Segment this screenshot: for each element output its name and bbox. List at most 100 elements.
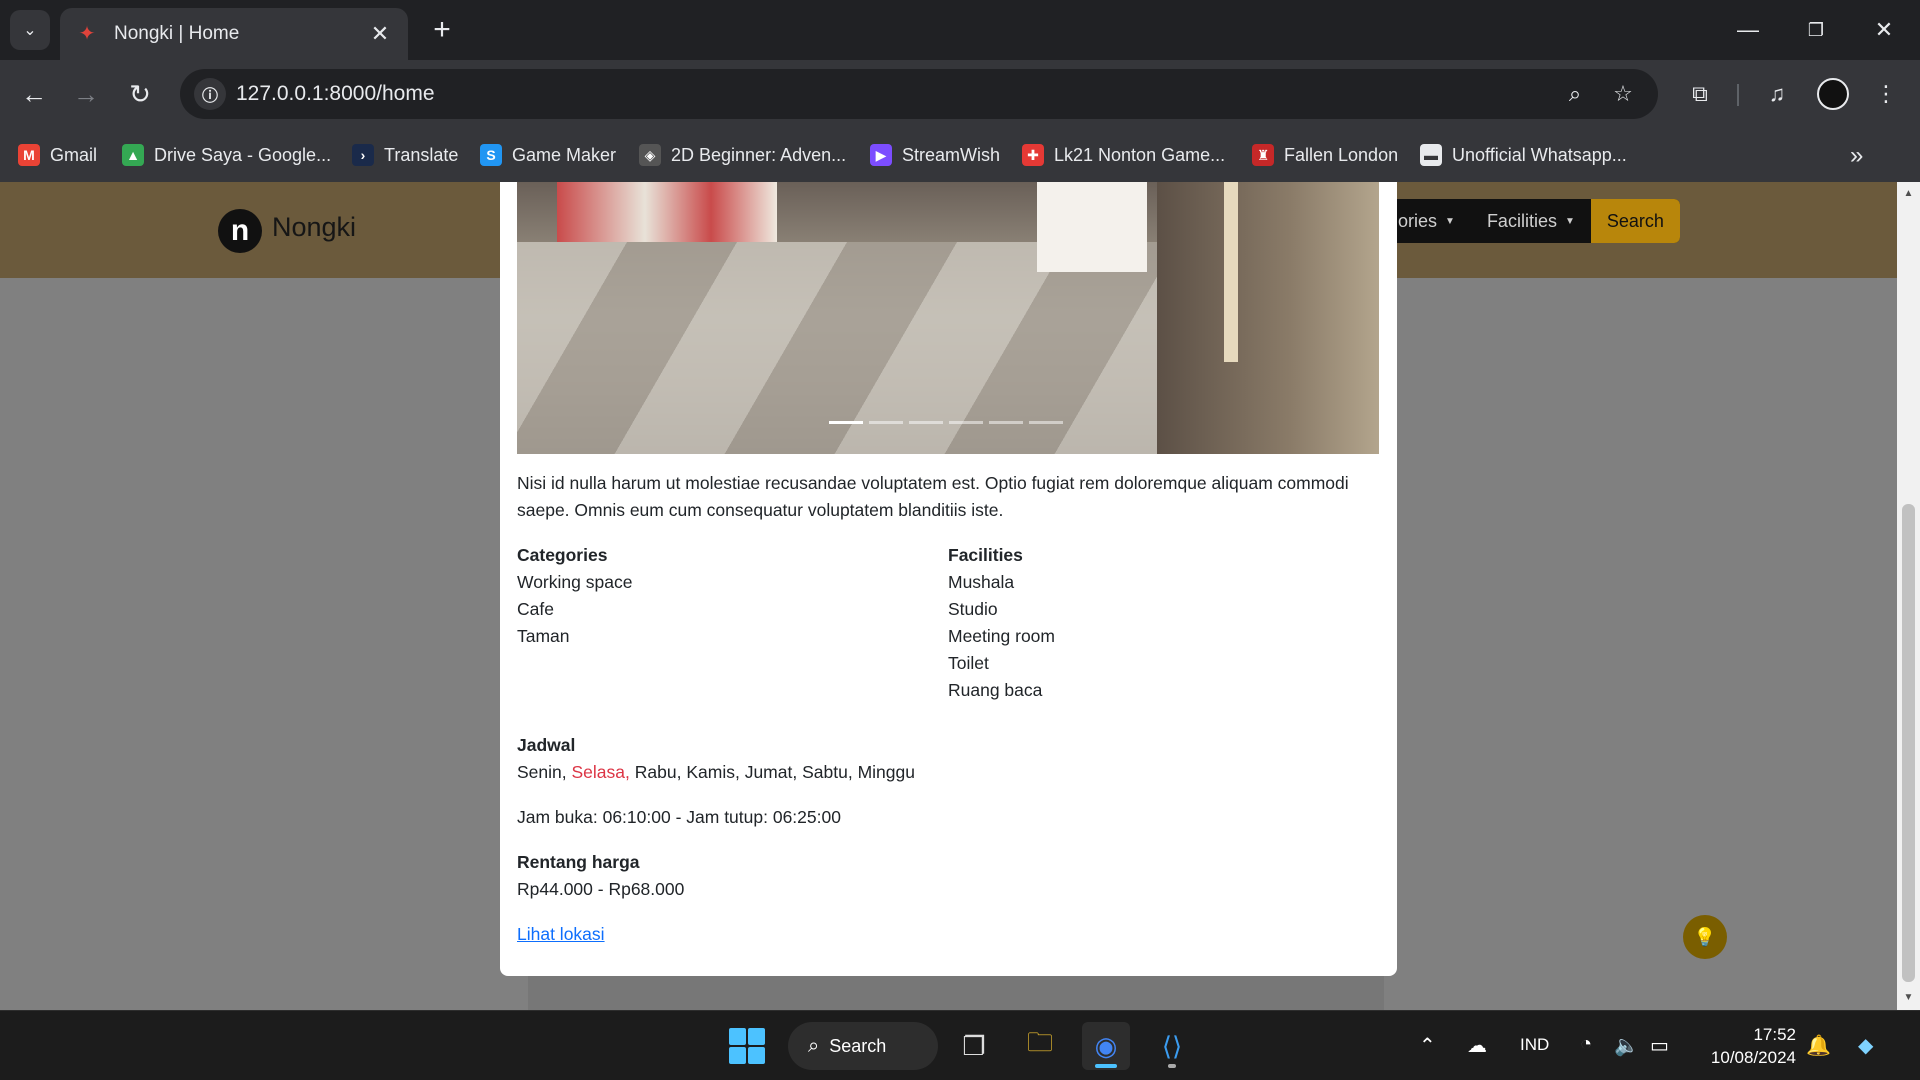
- bookmark-game-maker[interactable]: S Game Maker: [480, 140, 616, 170]
- translate-icon: ›: [352, 144, 374, 166]
- address-bar[interactable]: ⓘ 127.0.0.1:8000/home ⌕ ☆: [180, 69, 1658, 119]
- bookmark-drive[interactable]: ▲ Drive Saya - Google...: [122, 140, 331, 170]
- carousel-photo-tent: [1037, 182, 1147, 272]
- notification-bell-icon[interactable]: 🔔: [1806, 1033, 1831, 1058]
- minimize-icon[interactable]: —: [1720, 10, 1776, 50]
- task-view-icon[interactable]: ❐: [950, 1022, 998, 1070]
- caret-down-icon: ▼: [1564, 215, 1575, 227]
- new-tab-icon[interactable]: +: [424, 12, 460, 48]
- bookmark-label: StreamWish: [902, 144, 1001, 165]
- battery-icon[interactable]: ▭: [1650, 1033, 1669, 1058]
- gmail-icon: M: [18, 144, 40, 166]
- tab-title: Nongki | Home: [114, 23, 240, 44]
- vscode-icon[interactable]: ⟨⟩: [1148, 1022, 1196, 1070]
- carousel-indicator[interactable]: [989, 421, 1023, 424]
- url-text[interactable]: 127.0.0.1:8000/home: [236, 82, 435, 106]
- carousel-indicator[interactable]: [909, 421, 943, 424]
- window-close-icon[interactable]: ✕: [1856, 10, 1912, 50]
- carousel-indicator[interactable]: [869, 421, 903, 424]
- clock-date: 10/08/2024: [1710, 1048, 1796, 1067]
- view-location-link[interactable]: Lihat lokasi: [517, 924, 605, 944]
- forward-icon[interactable]: →: [66, 74, 106, 114]
- nav-facilities-dropdown[interactable]: Facilities ▼: [1471, 199, 1591, 243]
- lk21-icon: ✚: [1022, 144, 1044, 166]
- volume-icon[interactable]: 🔈: [1614, 1033, 1639, 1058]
- page-scrollbar[interactable]: ▲ ▼: [1897, 182, 1920, 1010]
- menu-kebab-icon[interactable]: ⋮: [1866, 74, 1906, 114]
- game-maker-icon: S: [480, 144, 502, 166]
- clock-time: 17:52: [1753, 1025, 1796, 1044]
- bookmark-label: Gmail: [50, 144, 98, 165]
- file-explorer-icon[interactable]: 🗀: [1016, 1022, 1064, 1070]
- laravel-favicon-icon: ✦: [78, 23, 96, 45]
- input-language[interactable]: IND: [1520, 1035, 1549, 1055]
- bookmark-fallen-london[interactable]: ♜ Fallen London: [1252, 140, 1398, 170]
- tab-close-icon[interactable]: ✕: [366, 21, 394, 47]
- system-clock[interactable]: 17:52 10/08/2024: [1700, 1023, 1796, 1069]
- categories-facilities-row: Categories Working space Cafe Taman Faci…: [517, 542, 1379, 704]
- tray-overflow-icon[interactable]: ⌃: [1419, 1033, 1436, 1058]
- bookmark-whatsapp[interactable]: ▬ Unofficial Whatsapp...: [1420, 140, 1627, 170]
- reload-icon[interactable]: ↻: [120, 74, 160, 114]
- facility-item: Mushala: [948, 572, 1015, 592]
- carousel-indicators: [829, 421, 1063, 424]
- facilities-column: Facilities Mushala Studio Meeting room T…: [948, 542, 1379, 704]
- scroll-down-icon[interactable]: ▼: [1897, 988, 1920, 1008]
- facility-item: Studio: [948, 599, 998, 619]
- bookmark-unity[interactable]: ◈ 2D Beginner: Adven...: [639, 140, 846, 170]
- site-brand[interactable]: Nongki: [272, 212, 356, 243]
- price-heading: Rentang harga: [517, 852, 640, 872]
- carousel-photo-structure: [1157, 182, 1379, 454]
- carousel-indicator[interactable]: [829, 421, 863, 424]
- carousel-indicator[interactable]: [1029, 421, 1063, 424]
- chat-bubble-icon: ▬: [1420, 144, 1442, 166]
- copilot-icon[interactable]: ◆: [1858, 1033, 1873, 1058]
- location-section: Lihat lokasi: [517, 921, 1379, 948]
- scroll-up-icon[interactable]: ▲: [1897, 184, 1920, 204]
- day-selasa-active: Selasa: [571, 762, 626, 782]
- bookmark-gmail[interactable]: M Gmail: [18, 140, 97, 170]
- media-control-icon[interactable]: ♫: [1757, 74, 1797, 114]
- category-item: Working space: [517, 572, 633, 592]
- search-icon: ⌕: [808, 1034, 820, 1057]
- bookmarks-overflow-icon[interactable]: »: [1850, 142, 1863, 170]
- chrome-icon[interactable]: ◉: [1082, 1022, 1130, 1070]
- price-range: Rp44.000 - Rp68.000: [517, 879, 685, 899]
- site-nav-menu: gories ▼ Facilities ▼ Search: [1372, 199, 1680, 243]
- scrollbar-thumb[interactable]: [1902, 504, 1915, 982]
- onedrive-icon[interactable]: ☁: [1467, 1033, 1487, 1058]
- wifi-icon[interactable]: ◔: [1580, 1033, 1592, 1056]
- taskbar-search[interactable]: ⌕ Search: [788, 1022, 938, 1070]
- active-app-indicator: [1095, 1064, 1117, 1068]
- day-jumat: Jumat: [744, 762, 793, 782]
- bookmark-label: Game Maker: [512, 144, 617, 165]
- zoom-icon[interactable]: ⌕: [1560, 79, 1590, 109]
- nongki-logo-icon[interactable]: n: [218, 209, 262, 253]
- schedule-section: Jadwal Senin, Selasa, Rabu, Kamis, Jumat…: [517, 732, 1379, 786]
- carousel-photo-post: [1224, 182, 1238, 362]
- windows-start-icon[interactable]: [729, 1028, 765, 1064]
- extensions-icon[interactable]: ⧉: [1680, 74, 1720, 114]
- lightbulb-icon[interactable]: 💡: [1683, 915, 1727, 959]
- bookmark-star-icon[interactable]: ☆: [1608, 79, 1638, 109]
- nav-facilities-label: Facilities: [1486, 210, 1557, 231]
- modal-body: Nisi id nulla harum ut molestiae recusan…: [517, 470, 1379, 948]
- browser-tab[interactable]: ✦ Nongki | Home ✕: [60, 8, 408, 60]
- bookmark-streamwish[interactable]: ▶ StreamWish: [870, 140, 1000, 170]
- tab-strip: ⌄ ✦ Nongki | Home ✕ + — ❐ ✕: [0, 0, 1920, 60]
- facilities-heading: Facilities: [948, 545, 1023, 565]
- site-info-icon[interactable]: ⓘ: [194, 78, 226, 110]
- browser-toolbar: ← → ↻ ⓘ 127.0.0.1:8000/home ⌕ ☆ ⧉ ♫ ⋮: [0, 60, 1920, 128]
- back-icon[interactable]: ←: [14, 74, 54, 114]
- profile-avatar[interactable]: [1817, 78, 1849, 110]
- carousel-indicator[interactable]: [949, 421, 983, 424]
- restore-icon[interactable]: ❐: [1788, 10, 1844, 50]
- bookmark-translate[interactable]: › Translate: [352, 140, 458, 170]
- nav-search-button[interactable]: Search: [1590, 199, 1680, 243]
- bookmark-lk21[interactable]: ✚ Lk21 Nonton Game...: [1022, 140, 1225, 170]
- image-carousel[interactable]: [517, 182, 1379, 454]
- tab-search-icon[interactable]: ⌄: [10, 10, 50, 50]
- bookmark-label: Translate: [384, 144, 459, 165]
- windows-taskbar: ⌕ Search ❐ 🗀 ◉ ⟨⟩ ⌃ ☁ IND ◔ 🔈 ▭ 17:52 10…: [0, 1010, 1920, 1080]
- bookmark-label: Drive Saya - Google...: [154, 144, 332, 165]
